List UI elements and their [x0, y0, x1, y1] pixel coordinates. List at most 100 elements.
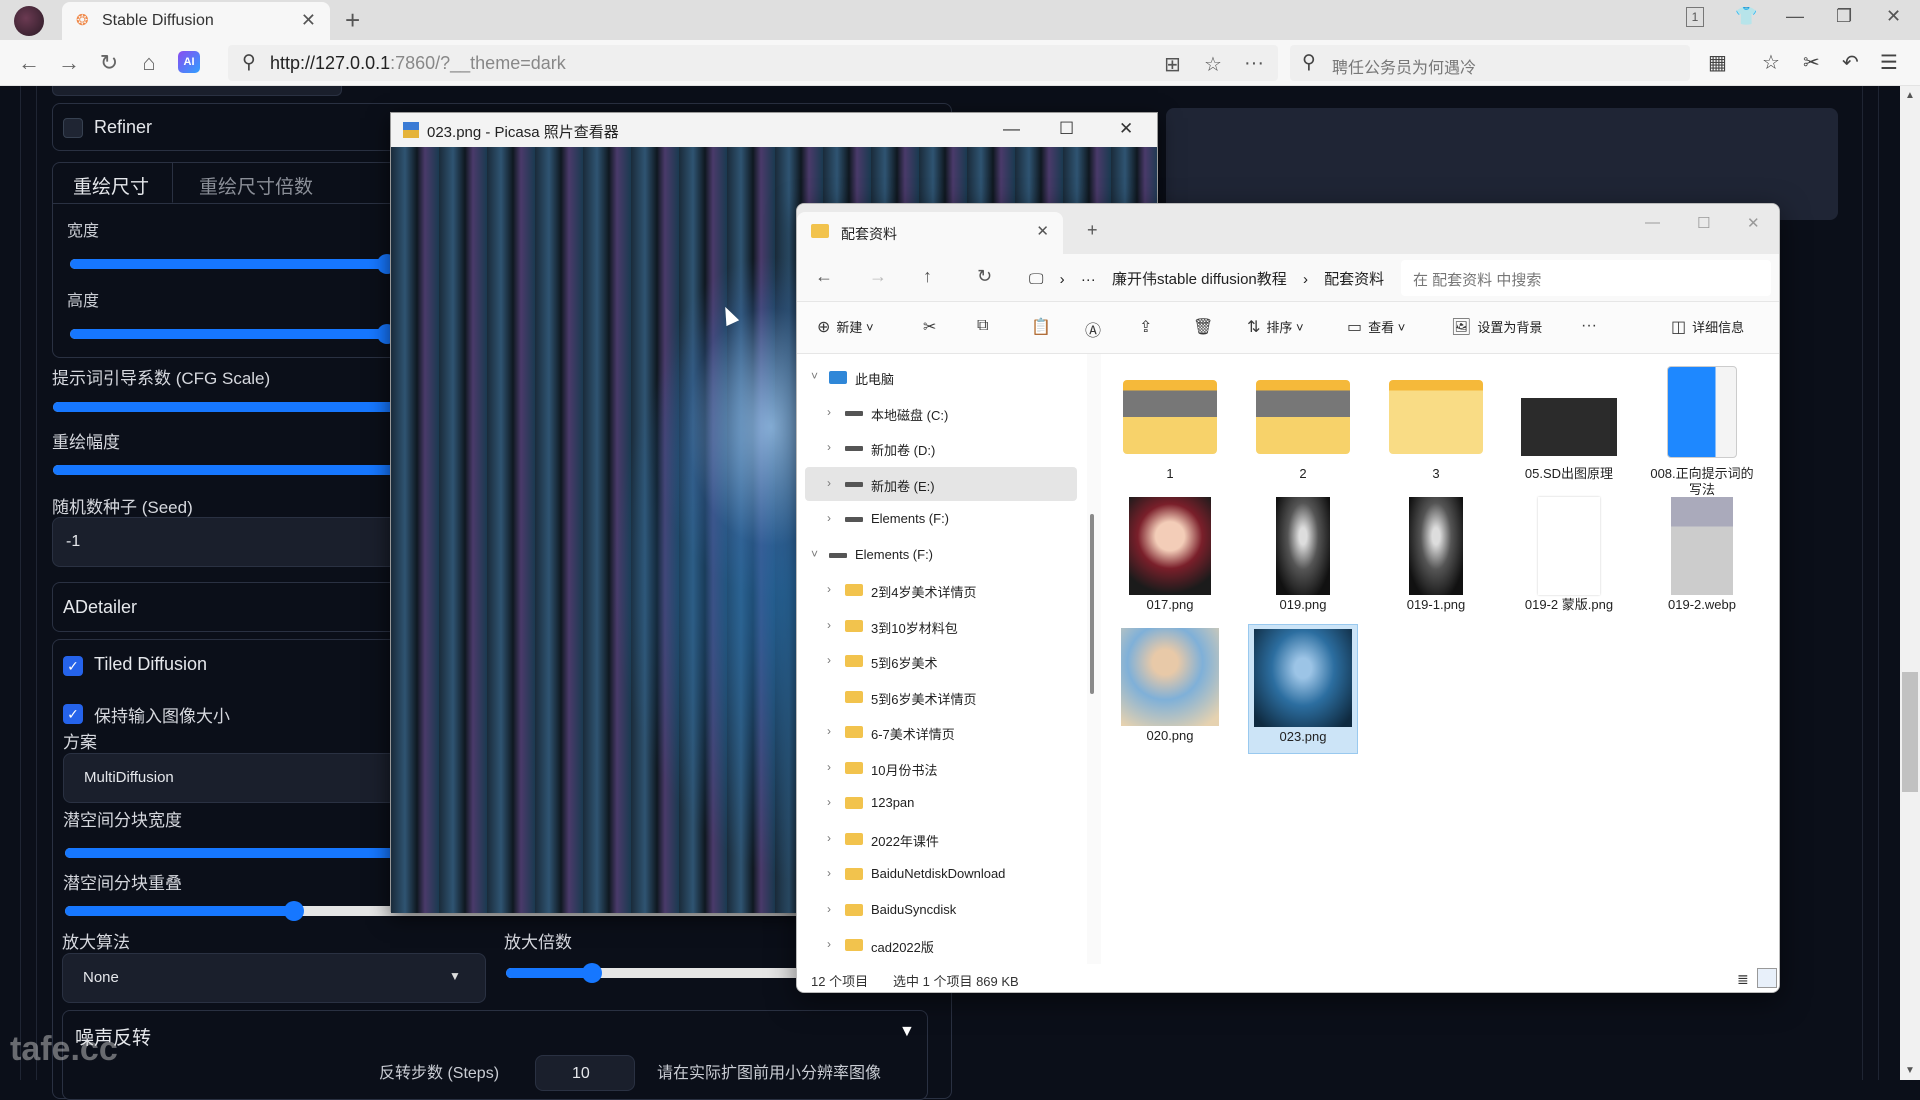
tree-item[interactable]: › BaiduSyncdisk — [805, 893, 1077, 927]
close-icon[interactable]: ✕ — [1119, 119, 1133, 139]
tree-item[interactable]: › 5到6岁美术 — [805, 644, 1077, 678]
tree-item[interactable]: › 6-7美术详情页 — [805, 715, 1077, 749]
file-item[interactable]: 017.png — [1115, 493, 1225, 623]
inversion-steps-input[interactable]: 10 — [535, 1055, 635, 1091]
this-pc-icon[interactable]: 🖵 — [1029, 271, 1043, 288]
maximize-icon[interactable]: ☐ — [1697, 214, 1710, 232]
browser-tab-stable-diffusion[interactable]: ❂ Stable Diffusion ✕ — [62, 2, 330, 40]
chevron-right-icon[interactable]: › — [827, 511, 831, 525]
tree-item[interactable]: 5到6岁美术详情页 — [805, 680, 1077, 714]
tree-item[interactable]: › 本地磁盘 (C:) — [805, 396, 1077, 430]
chevron-right-icon[interactable]: › — [827, 866, 831, 880]
chevron-down-icon[interactable]: ˅ — [811, 369, 818, 383]
keep-size-checkbox[interactable]: ✓ — [63, 704, 83, 724]
up-icon[interactable]: ↑ — [923, 266, 932, 287]
profile-avatar[interactable] — [14, 6, 44, 36]
new-tab-button[interactable]: + — [345, 5, 360, 36]
tree-item[interactable]: › 新加卷 (D:) — [805, 431, 1077, 465]
tree-item[interactable]: › 123pan — [805, 786, 1077, 820]
refiner-checkbox[interactable] — [63, 118, 83, 138]
minimize-icon[interactable]: — — [1645, 214, 1660, 231]
file-item[interactable]: 023.png — [1248, 624, 1358, 754]
reload-icon[interactable]: ↻ — [96, 50, 122, 76]
rename-icon[interactable]: Ⓐ — [1085, 317, 1107, 341]
chevron-right-icon[interactable]: › — [827, 795, 831, 809]
chevron-right-icon[interactable]: › — [827, 831, 831, 845]
side-search-input[interactable]: ⚲ 聘任公务员为何遇冷 — [1290, 45, 1690, 81]
file-item[interactable]: 019-2 蒙版.png — [1514, 493, 1624, 623]
more-options-icon[interactable]: ··· — [1581, 317, 1603, 335]
tiles-view-icon[interactable] — [1757, 968, 1777, 988]
ai-assistant-icon[interactable]: AI — [178, 51, 200, 73]
file-item[interactable]: 019-1.png — [1381, 493, 1491, 623]
tree-item[interactable]: › BaiduNetdiskDownload — [805, 857, 1077, 891]
tab-count-icon[interactable]: 1 — [1686, 7, 1704, 27]
paste-icon[interactable]: 📋 — [1031, 317, 1057, 337]
more-icon[interactable]: ··· — [1244, 52, 1264, 75]
tree-item[interactable]: ˅ Elements (F:) — [805, 538, 1077, 572]
details-button[interactable]: ◫ 详细信息 — [1671, 317, 1744, 337]
minimize-icon[interactable]: — — [1786, 6, 1804, 27]
back-icon[interactable]: ← — [815, 266, 833, 287]
restore-icon[interactable]: ❐ — [1836, 6, 1852, 27]
favorites-icon[interactable]: ☆ — [1762, 50, 1780, 75]
explorer-search-input[interactable]: 在 配套资料 中搜索 — [1401, 260, 1771, 296]
maximize-icon[interactable]: ☐ — [1059, 119, 1074, 139]
copy-icon[interactable]: ⧉ — [977, 317, 994, 335]
bookmark-star-icon[interactable]: ☆ — [1204, 52, 1222, 77]
file-item[interactable]: 019-2.webp — [1647, 493, 1757, 623]
tree-item[interactable]: › 10月份书法 — [805, 751, 1077, 785]
tree-item[interactable]: › 2022年课件 — [805, 822, 1077, 856]
forward-icon[interactable]: → — [869, 266, 887, 287]
file-item[interactable]: 3 — [1381, 362, 1491, 492]
close-window-icon[interactable]: ✕ — [1886, 6, 1901, 27]
breadcrumb-item[interactable]: 廉开伟stable diffusion教程 — [1112, 271, 1287, 288]
screenshot-scissors-icon[interactable]: ✂ — [1803, 50, 1820, 75]
set-background-button[interactable]: 🖼 设置为背景 — [1451, 317, 1542, 337]
chevron-right-icon[interactable]: › — [827, 760, 831, 774]
explorer-tab[interactable]: 配套资料 ✕ — [797, 212, 1063, 254]
refresh-icon[interactable]: ↻ — [977, 266, 992, 287]
close-icon[interactable]: ✕ — [1747, 214, 1760, 232]
picasa-titlebar[interactable]: 023.png - Picasa 照片查看器 — ☐ ✕ — [391, 113, 1157, 147]
upscaler-select[interactable]: None ▼ — [62, 953, 486, 1003]
translate-icon[interactable]: ⊞ — [1164, 52, 1181, 77]
back-icon[interactable]: ← — [16, 50, 42, 76]
breadcrumb-overflow[interactable]: ··· — [1081, 271, 1096, 288]
tab-resize-size[interactable]: 重绘尺寸 — [53, 163, 173, 203]
chevron-right-icon[interactable]: › — [827, 653, 831, 667]
tree-item[interactable]: › cad2022版 — [805, 928, 1077, 962]
chevron-right-icon[interactable]: › — [827, 582, 831, 596]
tree-item[interactable]: › 2到4岁美术详情页 — [805, 573, 1077, 607]
scroll-down-icon[interactable]: ▼ — [1905, 1065, 1915, 1076]
scroll-up-icon[interactable]: ▲ — [1905, 90, 1915, 101]
tree-item[interactable]: › 新加卷 (E:) — [805, 466, 1077, 501]
chevron-right-icon[interactable]: › — [827, 618, 831, 632]
share-icon[interactable]: ⇪ — [1139, 317, 1158, 337]
collapse-triangle-icon[interactable]: ▼ — [899, 1023, 915, 1041]
chevron-right-icon[interactable]: › — [827, 902, 831, 916]
tree-scrollbar[interactable] — [1087, 354, 1101, 964]
tab-resize-scale[interactable]: 重绘尺寸倍数 — [191, 163, 361, 203]
tiled-diffusion-checkbox[interactable]: ✓ — [63, 656, 83, 676]
chevron-right-icon[interactable]: › — [827, 440, 831, 454]
new-button[interactable]: ⊕ 新建 ˅ — [817, 317, 874, 337]
file-item[interactable]: 019.png — [1248, 493, 1358, 623]
view-button[interactable]: ▭ 查看 ˅ — [1347, 317, 1405, 337]
file-item[interactable]: 008.正向提示词的写法 — [1647, 362, 1757, 497]
forward-icon[interactable]: → — [56, 50, 82, 76]
home-icon[interactable]: ⌂ — [136, 50, 162, 76]
chevron-right-icon[interactable]: › — [827, 405, 831, 419]
menu-icon[interactable]: ☰ — [1880, 50, 1898, 75]
file-item[interactable]: 05.SD出图原理 — [1514, 362, 1624, 492]
page-scrollbar[interactable]: ▲ ▼ — [1900, 86, 1920, 1080]
tree-item[interactable]: › 3到10岁材料包 — [805, 609, 1077, 643]
chevron-right-icon[interactable]: › — [827, 724, 831, 738]
close-tab-icon[interactable]: ✕ — [301, 10, 316, 31]
chevron-right-icon[interactable]: › — [827, 937, 831, 951]
chevron-down-icon[interactable]: ˅ — [811, 547, 818, 561]
file-item[interactable]: 2 — [1248, 362, 1358, 492]
undo-icon[interactable]: ↶ — [1842, 50, 1859, 75]
tree-item[interactable]: › Elements (F:) — [805, 502, 1077, 536]
file-item[interactable]: 1 — [1115, 362, 1225, 492]
